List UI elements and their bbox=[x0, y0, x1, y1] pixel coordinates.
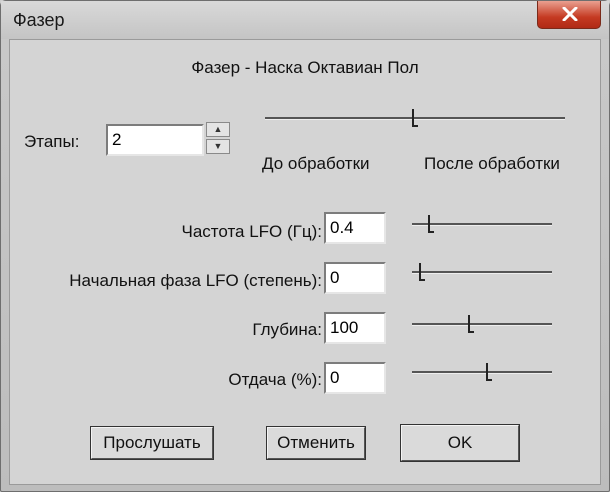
depth-input[interactable] bbox=[324, 312, 386, 344]
lfo-start-phase-slider[interactable] bbox=[412, 262, 552, 282]
feedback-slider-track bbox=[412, 371, 552, 374]
feedback-slider-thumb[interactable] bbox=[486, 363, 492, 381]
dialog-heading: Фазер - Наска Октавиан Пол bbox=[191, 58, 419, 77]
lfo-start-phase-label: Начальная фаза LFO (степень): bbox=[69, 271, 322, 290]
close-button[interactable] bbox=[537, 1, 601, 29]
lfo-frequency-label: Частота LFO (Гц): bbox=[181, 222, 322, 241]
dialog-client-area: Фазер - Наска Октавиан Пол Этапы: ▲ ▼ До… bbox=[9, 39, 601, 485]
feedback-input[interactable] bbox=[324, 362, 386, 394]
phaser-dialog-window: Фазер Фазер - Наска Октавиан Пол Этапы: … bbox=[0, 0, 610, 492]
spin-up-icon: ▲ bbox=[213, 124, 223, 134]
ok-button[interactable]: OK bbox=[400, 424, 520, 462]
window-title: Фазер bbox=[13, 10, 65, 30]
depth-slider-track bbox=[412, 323, 552, 326]
dry-wet-slider-thumb[interactable] bbox=[412, 109, 418, 127]
dry-wet-slider[interactable] bbox=[265, 108, 565, 128]
wet-label: После обработки bbox=[424, 154, 560, 173]
lfo-frequency-slider[interactable] bbox=[412, 214, 552, 234]
feedback-slider[interactable] bbox=[412, 362, 552, 382]
cancel-button[interactable]: Отменить bbox=[266, 426, 366, 460]
title-bar[interactable]: Фазер bbox=[1, 1, 609, 39]
lfo-frequency-slider-thumb[interactable] bbox=[428, 215, 434, 233]
lfo-frequency-input[interactable] bbox=[324, 212, 386, 244]
stages-spin-down[interactable]: ▼ bbox=[206, 139, 230, 154]
feedback-label: Отдача (%): bbox=[228, 370, 322, 389]
dry-label: До обработки bbox=[262, 154, 370, 173]
lfo-start-phase-slider-track bbox=[412, 271, 552, 274]
stages-spin-up[interactable]: ▲ bbox=[206, 122, 230, 137]
depth-slider-thumb[interactable] bbox=[468, 315, 474, 333]
stages-input[interactable] bbox=[106, 124, 204, 156]
depth-slider[interactable] bbox=[412, 314, 552, 334]
preview-button[interactable]: Прослушать bbox=[90, 426, 214, 460]
depth-label: Глубина: bbox=[252, 320, 322, 339]
spin-down-icon: ▼ bbox=[213, 141, 223, 151]
stages-label: Этапы: bbox=[24, 132, 80, 151]
lfo-start-phase-slider-thumb[interactable] bbox=[419, 263, 425, 281]
lfo-start-phase-input[interactable] bbox=[324, 262, 386, 294]
close-icon bbox=[562, 7, 578, 21]
